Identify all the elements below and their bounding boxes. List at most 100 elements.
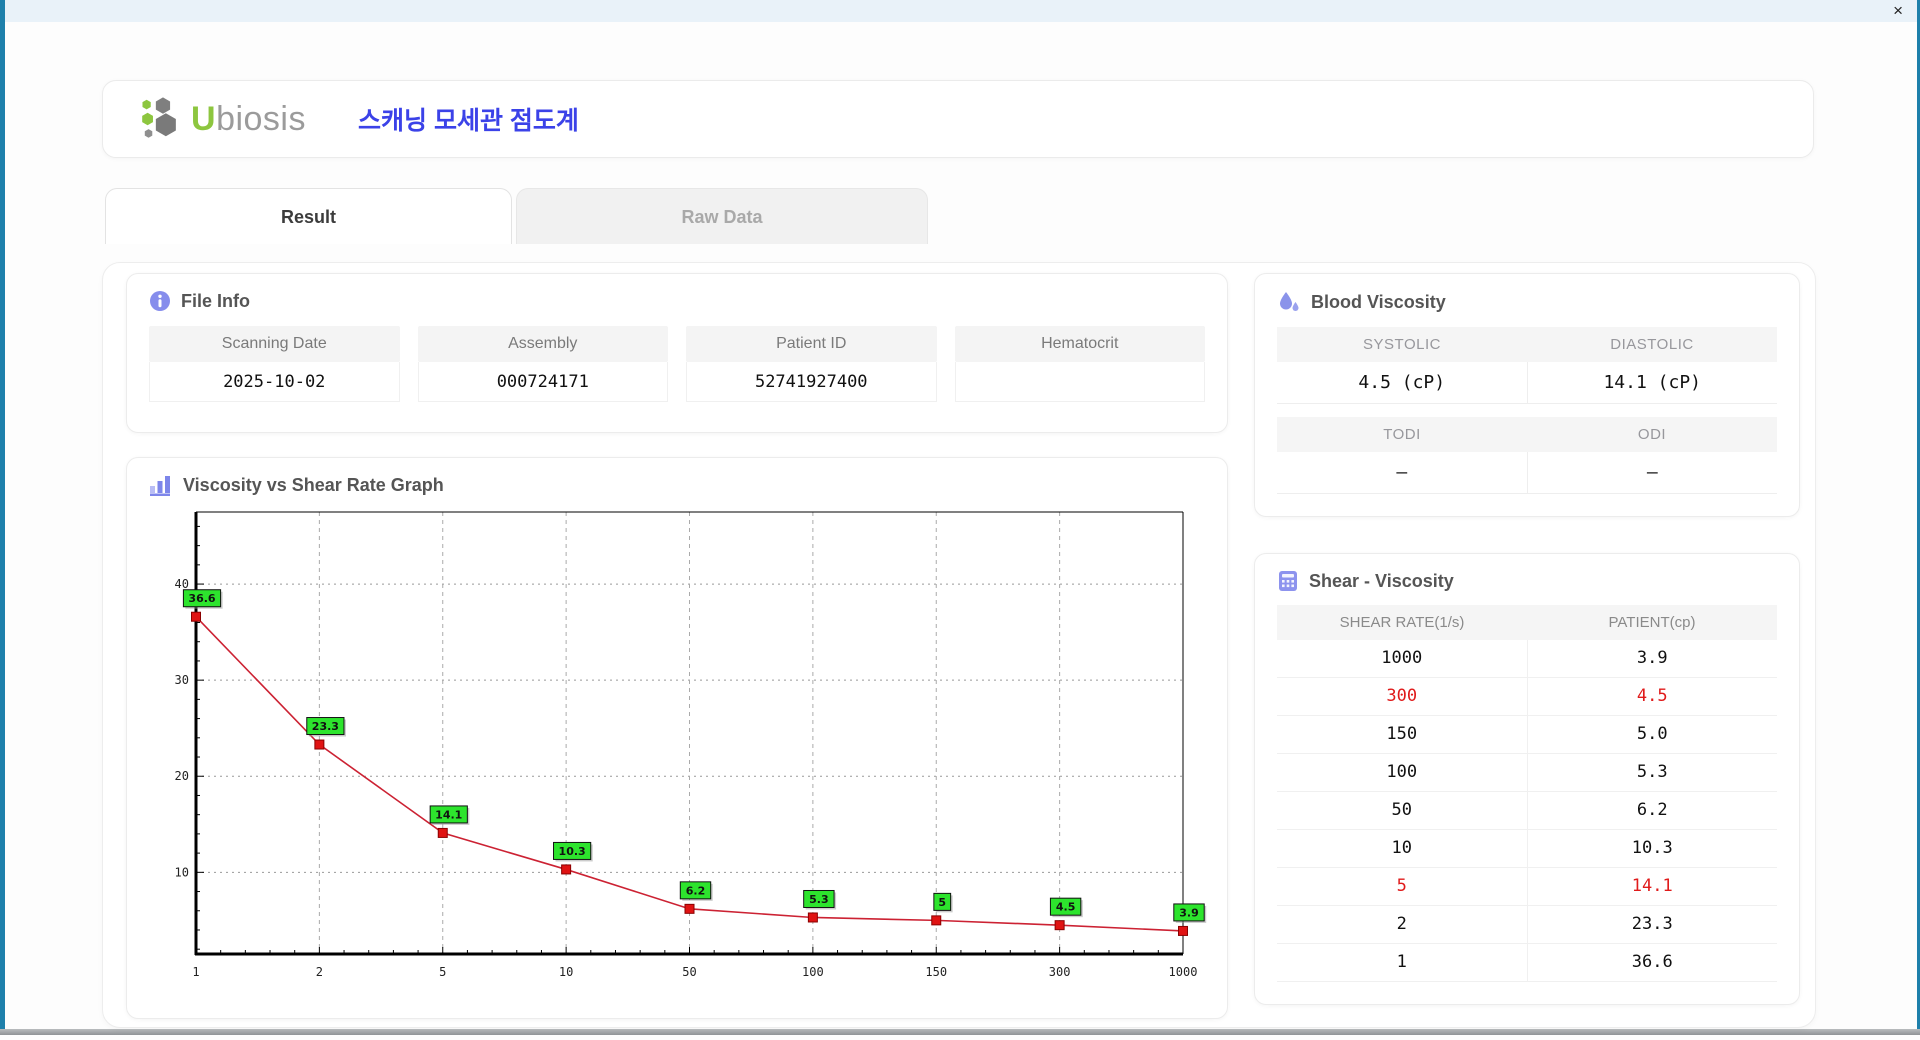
bv-value-cell: – <box>1277 452 1528 494</box>
shear-table-body: 1000 3.9 300 4.5 150 5.0 100 5.3 50 6.2 10 10.3 5 14.… <box>1277 640 1777 982</box>
cell-shear-rate: 1000 <box>1277 640 1528 677</box>
cell-patient: 6.2 <box>1636 800 1668 820</box>
blood-viscosity-group: TODI ODI – – <box>1277 417 1777 494</box>
bv-value-row: – – <box>1277 452 1777 494</box>
tab-raw-data[interactable]: Raw Data <box>516 188 928 244</box>
bv-value-cell: 4.5 (cP) <box>1277 362 1528 404</box>
bv-header-cell: DIASTOLIC <box>1527 327 1777 362</box>
bv-header-row: TODI ODI <box>1277 417 1777 452</box>
app-header: Ubiosis 스캐닝 모세관 점도계 <box>102 80 1814 158</box>
svg-text:300: 300 <box>1049 965 1071 979</box>
window-bottom-border <box>0 1029 1920 1035</box>
field-value: 000724171 <box>417 362 668 402</box>
table-row: 10 10.3 <box>1277 830 1777 868</box>
window-left-border <box>0 0 5 1034</box>
svg-text:5: 5 <box>439 965 446 979</box>
svg-text:23.3: 23.3 <box>312 720 339 733</box>
svg-text:4.5: 4.5 <box>1056 901 1076 914</box>
shear-viscosity-title: Shear - Viscosity <box>1277 570 1777 592</box>
file-info-field: Assembly 000724171 <box>417 326 668 402</box>
cell-patient: 14.1 <box>1631 876 1673 896</box>
svg-text:3.9: 3.9 <box>1179 906 1199 919</box>
section-title: Blood Viscosity <box>1311 291 1446 312</box>
svg-text:30: 30 <box>175 673 189 687</box>
cell-shear-rate: 2 <box>1277 906 1528 943</box>
table-row: 2 23.3 <box>1277 906 1777 944</box>
cell-shear-rate: 5 <box>1277 868 1528 905</box>
svg-text:50: 50 <box>682 965 696 979</box>
table-row: 50 6.2 <box>1277 792 1777 830</box>
field-value: 2025-10-02 <box>149 362 400 402</box>
graph-card: Viscosity vs Shear Rate Graph 10 20 30 40 1 2… <box>126 457 1228 1019</box>
svg-text:100: 100 <box>802 965 824 979</box>
table-row: 1 36.6 <box>1277 944 1777 982</box>
tab-result[interactable]: Result <box>105 188 512 244</box>
cell-shear-rate: 10 <box>1277 830 1528 867</box>
blood-viscosity-group: SYSTOLIC DIASTOLIC 4.5 (cP) 14.1 (cP) <box>1277 327 1777 404</box>
field-label: Hematocrit <box>954 326 1205 362</box>
graph-title: Viscosity vs Shear Rate Graph <box>149 474 1205 496</box>
cell-shear-rate: 150 <box>1277 716 1528 753</box>
file-info-title: File Info <box>149 290 1205 312</box>
viscosity-shear-chart: 10 20 30 40 1 2 5 10 50 100 150 300 1000 36.6 23.3 14.1… <box>175 511 1207 979</box>
bv-header-cell: TODI <box>1277 417 1527 452</box>
svg-text:1: 1 <box>192 965 199 979</box>
section-title: Viscosity vs Shear Rate Graph <box>183 474 444 495</box>
svg-text:40: 40 <box>175 577 189 591</box>
cell-patient: 3.9 <box>1636 648 1668 668</box>
bv-header-row: SYSTOLIC DIASTOLIC <box>1277 327 1777 362</box>
bv-value-cell: – <box>1527 452 1777 494</box>
svg-text:10.3: 10.3 <box>559 845 586 858</box>
file-info-field: Patient ID 52741927400 <box>686 326 937 402</box>
blood-viscosity-table: SYSTOLIC DIASTOLIC 4.5 (cP) 14.1 (cP) TODI OD… <box>1277 327 1777 494</box>
column-shear-rate: SHEAR RATE(1/s) <box>1277 605 1527 640</box>
app-title: 스캐닝 모세관 점도계 <box>358 107 579 135</box>
ubiosis-logo: Ubiosis <box>137 94 306 144</box>
table-row: 1000 3.9 <box>1277 640 1777 678</box>
shear-table-header: SHEAR RATE(1/s) PATIENT(cp) <box>1277 605 1777 640</box>
table-row: 150 5.0 <box>1277 716 1777 754</box>
cell-shear-rate: 1 <box>1277 944 1528 981</box>
field-value <box>954 362 1205 402</box>
svg-text:5: 5 <box>938 896 946 909</box>
svg-text:5.3: 5.3 <box>809 893 829 906</box>
cell-shear-rate: 300 <box>1277 678 1528 715</box>
svg-text:14.1: 14.1 <box>435 808 462 821</box>
file-info-field: Hematocrit <box>954 326 1205 402</box>
field-value: 52741927400 <box>686 362 937 402</box>
svg-text:2: 2 <box>316 965 323 979</box>
svg-text:1000: 1000 <box>1169 965 1198 979</box>
svg-text:20: 20 <box>175 769 189 783</box>
field-label: Patient ID <box>686 326 937 362</box>
table-row: 100 5.3 <box>1277 754 1777 792</box>
window-titlebar: × <box>5 0 1917 22</box>
bv-value-cell: 14.1 (cP) <box>1527 362 1777 404</box>
info-icon <box>150 291 170 311</box>
table-row: 5 14.1 <box>1277 868 1777 906</box>
cell-shear-rate: 100 <box>1277 754 1528 791</box>
svg-text:10: 10 <box>559 965 573 979</box>
calculator-icon <box>1279 571 1297 591</box>
close-icon[interactable]: × <box>1893 0 1903 22</box>
field-label: Assembly <box>417 326 668 362</box>
blood-viscosity-card: Blood Viscosity SYSTOLIC DIASTOLIC 4.5 (cP… <box>1254 273 1800 517</box>
bar-chart-icon <box>150 476 170 496</box>
file-info-field: Scanning Date 2025-10-02 <box>149 326 400 402</box>
cell-patient: 5.0 <box>1636 724 1668 744</box>
bv-value-row: 4.5 (cP) 14.1 (cP) <box>1277 362 1777 404</box>
cell-patient: 36.6 <box>1631 952 1673 972</box>
shear-viscosity-card: Shear - Viscosity SHEAR RATE(1/s) PATIEN… <box>1254 553 1800 1005</box>
logo-text: Ubiosis <box>191 99 306 138</box>
file-info-card: File Info Scanning Date 2025-10-02 Assembl… <box>126 273 1228 433</box>
svg-text:6.2: 6.2 <box>686 884 706 897</box>
cell-patient: 4.5 <box>1636 686 1668 706</box>
svg-text:10: 10 <box>175 865 189 879</box>
table-row: 300 4.5 <box>1277 678 1777 716</box>
column-patient: PATIENT(cp) <box>1527 605 1777 640</box>
result-panel: File Info Scanning Date 2025-10-02 Assembl… <box>102 262 1816 1028</box>
section-title: File Info <box>181 290 250 311</box>
cell-patient: 23.3 <box>1631 914 1673 934</box>
section-title: Shear - Viscosity <box>1309 570 1454 591</box>
hexagon-cluster-icon <box>142 97 176 138</box>
droplet-icon <box>1280 292 1299 311</box>
